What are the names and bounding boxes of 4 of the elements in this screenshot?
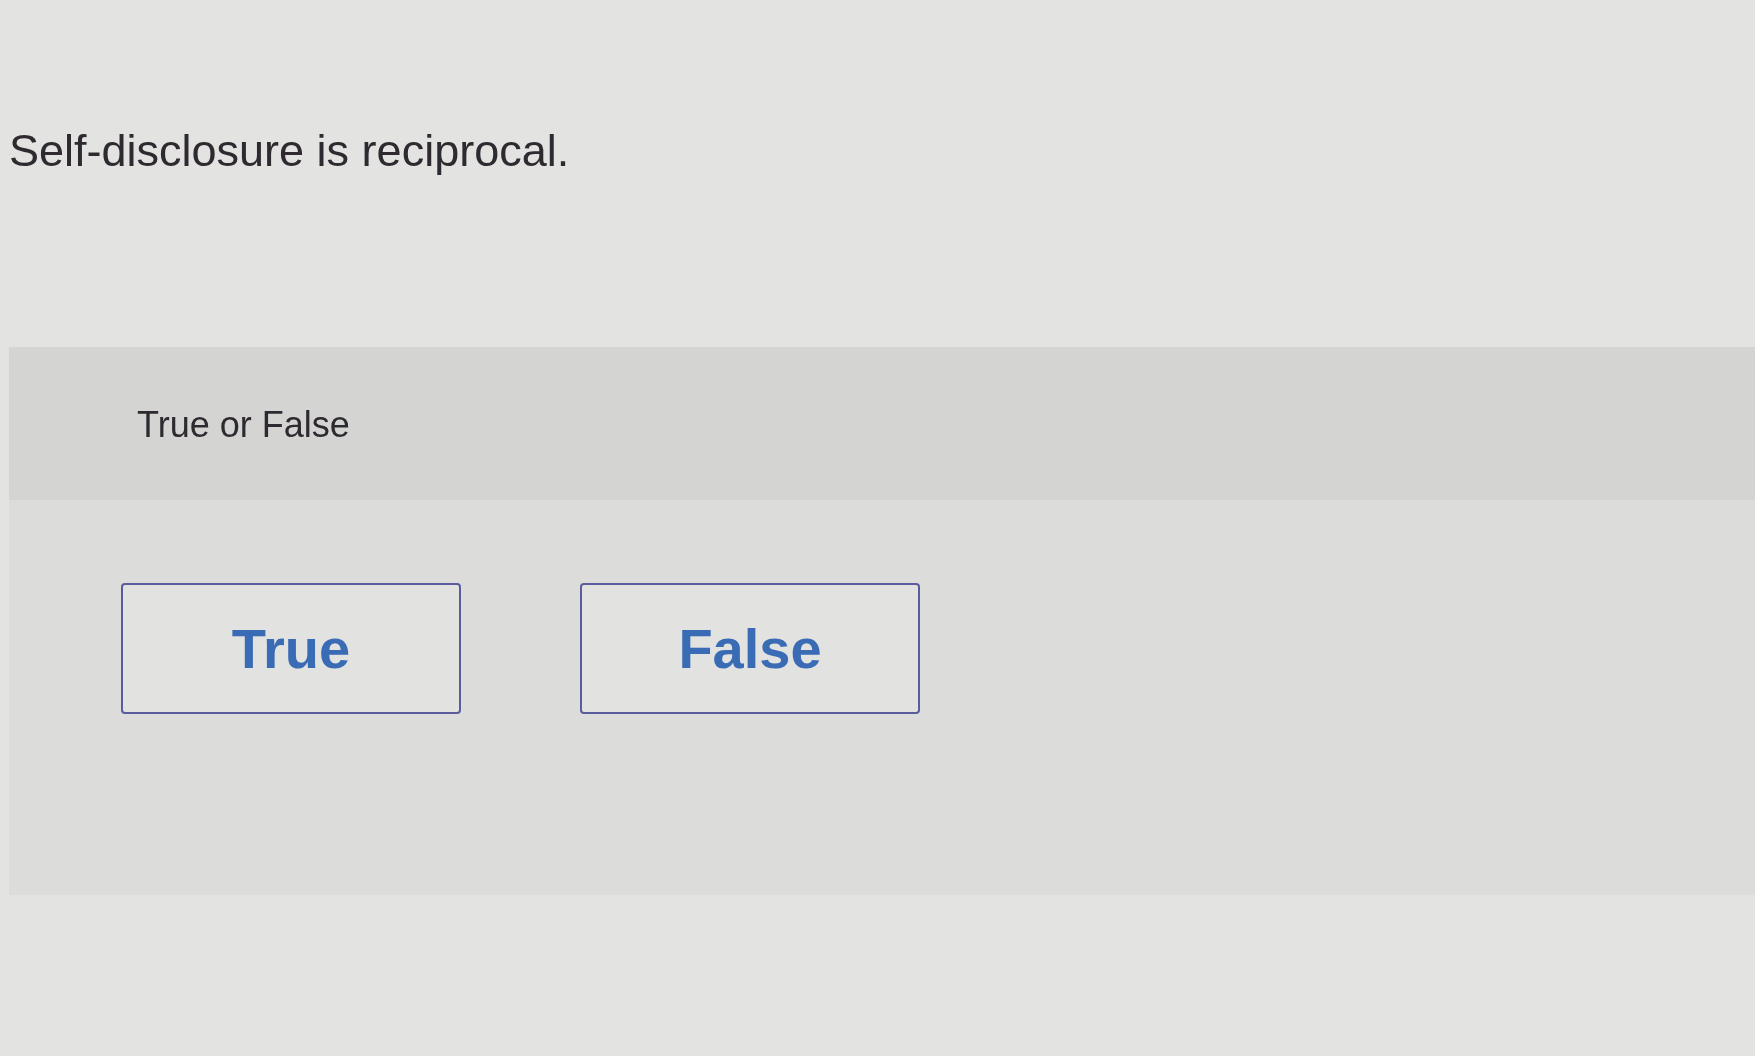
prompt-text: True or False [137,404,350,445]
answer-option-button[interactable]: False [580,583,920,714]
answer-option-button[interactable]: True [121,583,461,714]
question-text: Self-disclosure is reciprocal. [9,124,570,178]
